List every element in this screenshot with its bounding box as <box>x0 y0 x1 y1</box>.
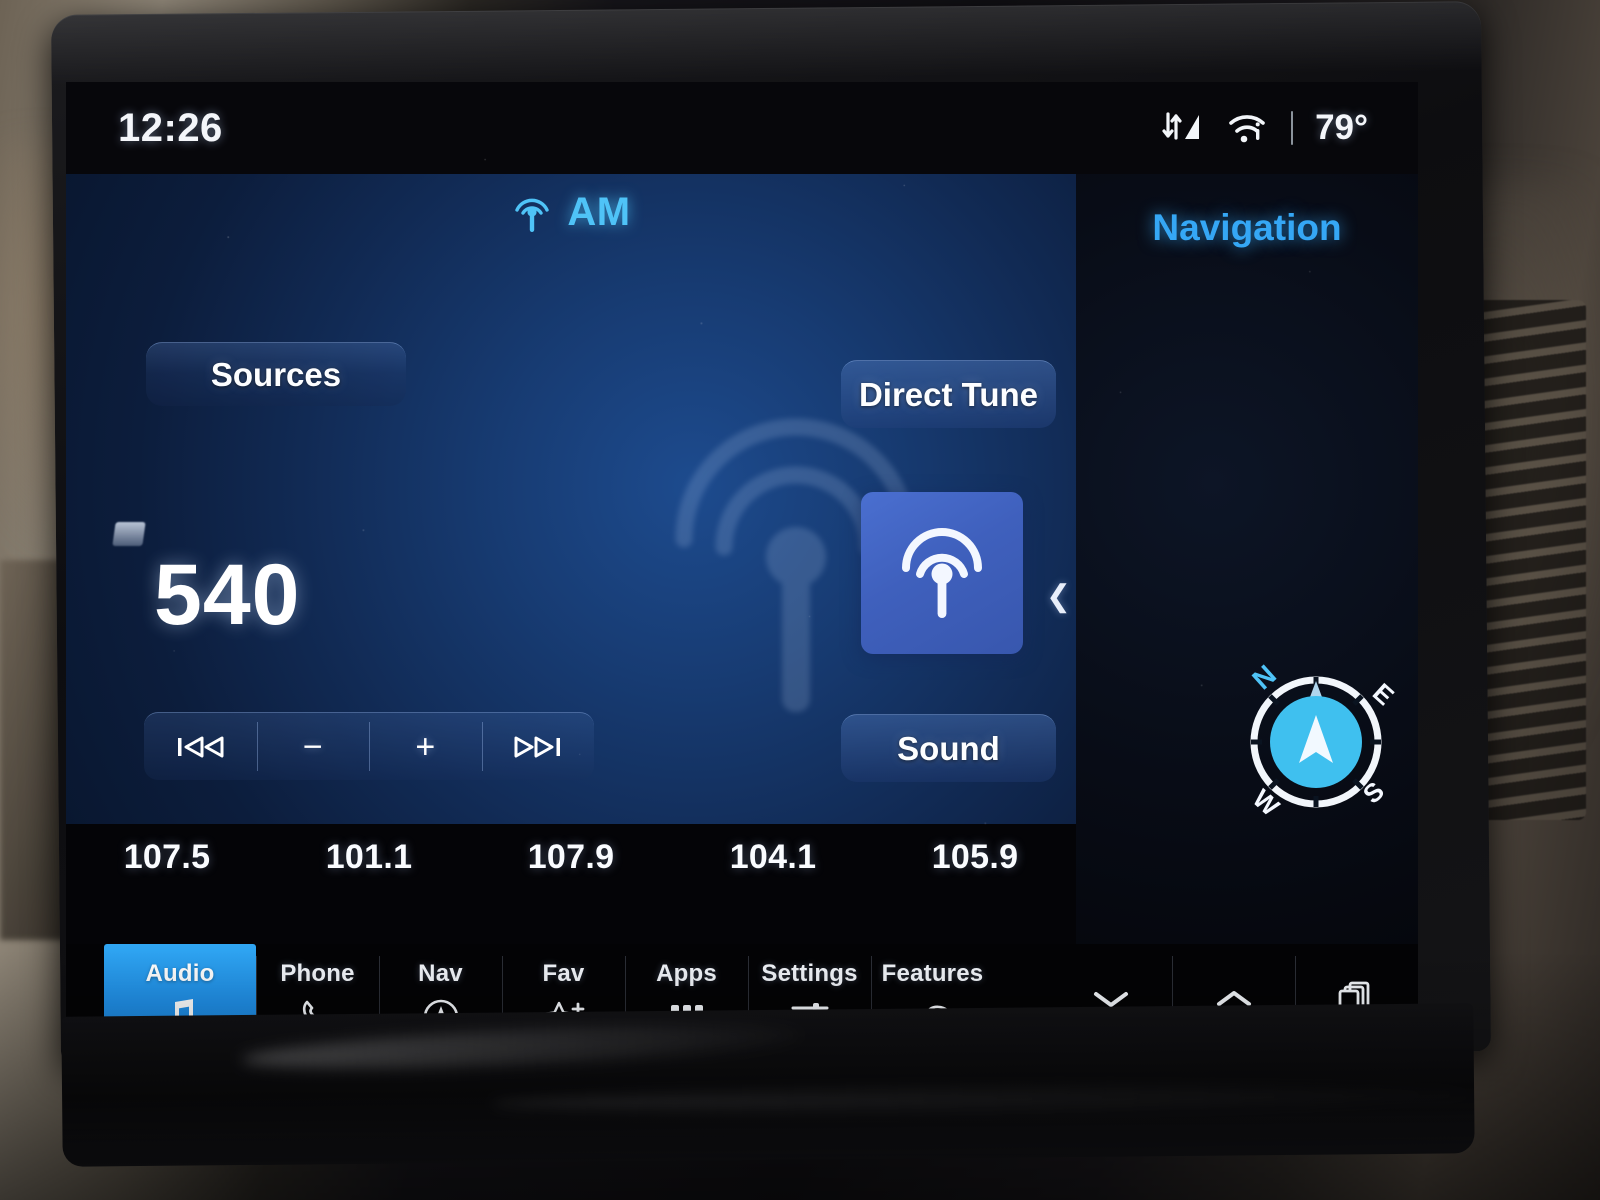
temperature-readout: 79° <box>1315 108 1368 147</box>
preset-strip: 107.5 101.1 107.9 104.1 105.9 <box>66 824 1076 944</box>
lower-trim-panel <box>61 1003 1475 1167</box>
navigation-title[interactable]: Navigation <box>1076 207 1418 249</box>
dashboard-photo: 12:26 79° AM Sources Direct Tune Sound 5… <box>0 0 1600 1200</box>
nav-item-settings-label: Settings <box>761 960 858 987</box>
sound-button[interactable]: Sound <box>841 714 1056 782</box>
minus-icon: − <box>302 727 323 766</box>
preset-5[interactable]: 105.9 <box>874 838 1076 877</box>
skip-next-icon <box>514 736 560 757</box>
transport-controls: − + <box>144 712 594 780</box>
direct-tune-button[interactable]: Direct Tune <box>841 360 1056 428</box>
compass-widget[interactable]: N E S W <box>1221 647 1411 837</box>
skip-previous-icon <box>178 736 224 757</box>
preset-4[interactable]: 104.1 <box>672 838 874 877</box>
sound-button-label: Sound <box>897 729 1000 767</box>
nav-item-phone-label: Phone <box>280 960 355 987</box>
wifi-icon <box>1229 115 1265 143</box>
broadcast-tower-icon <box>902 528 982 618</box>
seek-up-button[interactable]: + <box>369 713 482 780</box>
source-tile-am[interactable] <box>861 492 1023 654</box>
seek-down-button[interactable]: − <box>256 713 370 780</box>
status-divider <box>1291 111 1294 145</box>
panel-glare-2 <box>492 1083 1473 1115</box>
nav-item-audio-label: Audio <box>145 960 215 987</box>
compass-east-label: E <box>1367 677 1400 711</box>
band-label: AM <box>567 190 631 234</box>
frequency-display: 540 <box>154 547 301 643</box>
broadcast-tower-icon <box>515 198 550 232</box>
preset-3[interactable]: 107.9 <box>470 838 672 877</box>
status-indicators: 79° <box>1159 108 1368 148</box>
infotainment-display: 12:26 79° AM Sources Direct Tune Sound 5… <box>66 82 1418 944</box>
data-transfer-signal-icon <box>1162 112 1200 140</box>
left-edge-drawer-handle[interactable] <box>112 522 146 546</box>
nav-item-features-label: Features <box>881 960 984 987</box>
preset-2[interactable]: 101.1 <box>268 838 470 877</box>
panel-glare <box>241 1017 803 1077</box>
sources-button-label: Sources <box>210 355 342 393</box>
clock: 12:26 <box>118 105 223 150</box>
nav-item-fav-label: Fav <box>542 960 585 987</box>
carousel-prev-chevron[interactable]: ❮ <box>1046 582 1071 612</box>
status-bar: 12:26 79° <box>66 82 1418 174</box>
previous-button[interactable] <box>144 713 257 780</box>
next-button[interactable] <box>481 713 595 780</box>
direct-tune-button-label: Direct Tune <box>858 375 1039 413</box>
plus-icon: + <box>415 727 436 766</box>
audio-panel: AM Sources Direct Tune Sound 540 − + ❮ <box>66 174 1076 824</box>
band-header[interactable]: AM <box>66 190 1076 235</box>
sources-button[interactable]: Sources <box>146 342 406 406</box>
nav-item-nav-label: Nav <box>418 960 463 987</box>
preset-1[interactable]: 107.5 <box>66 838 268 877</box>
nav-item-apps-label: Apps <box>656 960 717 987</box>
